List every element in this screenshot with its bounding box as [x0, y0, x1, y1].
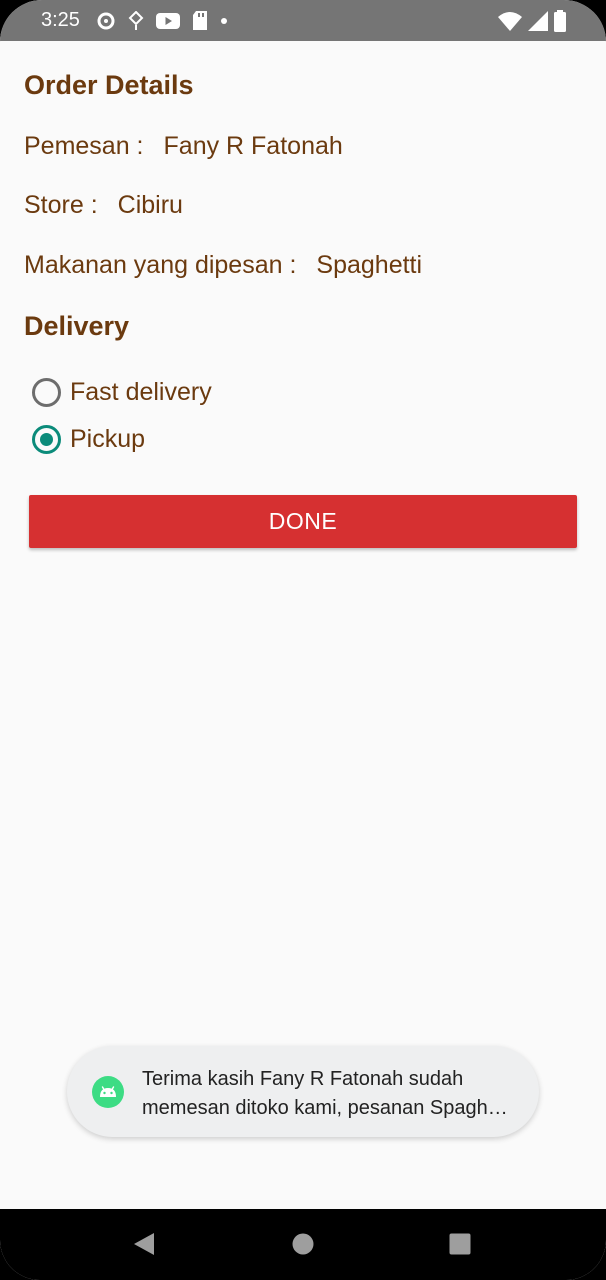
delivery-heading: Delivery [24, 311, 130, 341]
customer-row: Pemesan : Fany R Fatonah [24, 132, 343, 161]
food-row: Makanan yang dipesan : Spaghetti [24, 251, 422, 280]
headset-icon [97, 12, 115, 30]
status-time: 3:25 [41, 9, 80, 31]
download-icon [128, 11, 144, 30]
toast-line-1: Terima kasih Fany R Fatonah sudah [142, 1068, 464, 1090]
toast-text: Terima kasih Fany R Fatonah sudah memesa… [142, 1065, 522, 1123]
radio-label-pickup: Pickup [70, 424, 146, 453]
done-button[interactable]: DONE [29, 495, 577, 548]
order-details-heading: Order Details [24, 70, 194, 100]
home-icon[interactable] [292, 1233, 314, 1255]
customer-label: Pemesan : [24, 132, 144, 160]
store-row: Store : Cibiru [24, 191, 183, 220]
customer-value: Fany R Fatonah [163, 132, 343, 160]
toast-line-2: memesan ditoko kami, pesanan Spagh… [142, 1097, 508, 1119]
navigation-bar [0, 1209, 606, 1280]
store-label: Store : [24, 191, 98, 219]
wifi-icon [498, 12, 522, 31]
battery-icon [554, 10, 566, 32]
phone-screen: 3:25 Order Details Pemesan: Fany R Fato… [0, 0, 606, 1280]
sd-card-icon [193, 11, 207, 30]
radio-button-unchecked[interactable] [32, 377, 61, 407]
status-system-icons [498, 9, 566, 33]
radio-label-fast-delivery: Fast delivery [70, 377, 212, 406]
youtube-icon [156, 13, 180, 29]
radio-button-checked[interactable] [32, 424, 61, 454]
food-label: Makanan yang dipesan : [24, 251, 297, 279]
android-icon [92, 1076, 124, 1108]
radio-pickup[interactable]: Pickup [32, 423, 145, 455]
recents-icon[interactable] [449, 1233, 471, 1255]
toast-message: Terima kasih Fany R Fatonah sudah memesa… [67, 1046, 539, 1137]
status-bar: 3:25 [0, 0, 606, 41]
store-value: Cibiru [117, 191, 183, 219]
dot-icon [221, 18, 227, 24]
signal-icon [528, 11, 548, 31]
back-icon[interactable] [133, 1232, 155, 1256]
food-value: Spaghetti [316, 251, 423, 279]
radio-fast-delivery[interactable]: Fast delivery [32, 376, 212, 408]
status-notification-icons [96, 10, 228, 32]
